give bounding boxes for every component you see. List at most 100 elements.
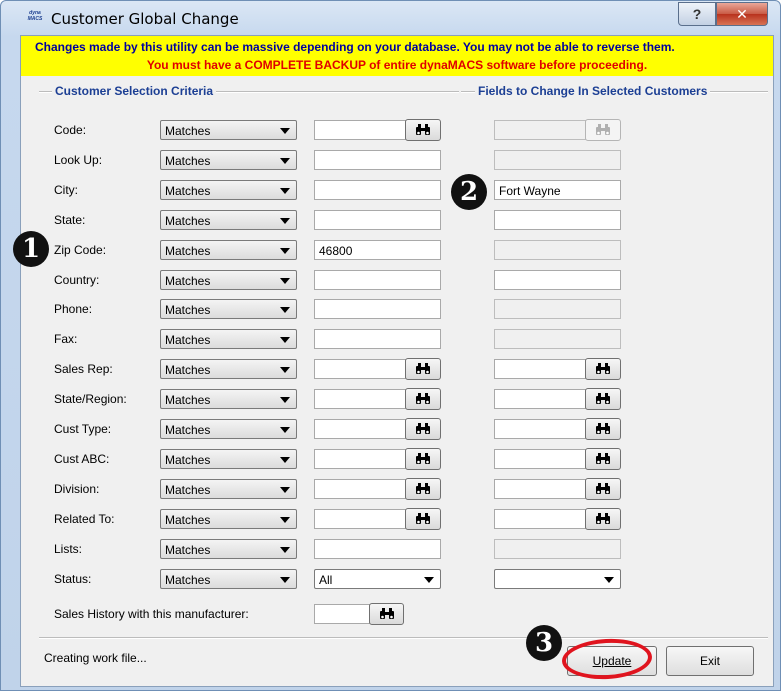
operator-select-fax[interactable]: Matches: [160, 329, 297, 349]
value-input-code[interactable]: [314, 120, 406, 140]
change-input-state[interactable]: [494, 210, 621, 230]
dialog-client-area: Changes made by this utility can be mass…: [20, 35, 774, 687]
value-input-state[interactable]: [314, 210, 441, 230]
change-input-cust-abc[interactable]: [494, 449, 586, 469]
operator-value-look-up: Matches: [165, 154, 211, 168]
lookup-button-related-to[interactable]: [405, 508, 441, 530]
callout-marker-1: 1: [13, 231, 49, 267]
operator-select-sales-rep[interactable]: Matches: [160, 359, 297, 379]
operator-select-state[interactable]: Matches: [160, 210, 297, 230]
sales-history-lookup-button[interactable]: [369, 603, 404, 625]
lookup-button-sales-rep[interactable]: [405, 358, 441, 380]
chevron-down-icon: [280, 487, 290, 493]
label-city: City:: [54, 183, 78, 197]
change-input-related-to[interactable]: [494, 509, 586, 529]
operator-select-cust-abc[interactable]: Matches: [160, 449, 297, 469]
chevron-down-icon: [280, 457, 290, 463]
value-select-status[interactable]: All: [314, 569, 441, 589]
exit-button[interactable]: Exit: [666, 646, 754, 676]
value-input-phone[interactable]: [314, 299, 441, 319]
value-input-fax[interactable]: [314, 329, 441, 349]
change-lookup-button-sales-rep[interactable]: [585, 358, 621, 380]
sales-history-label: Sales History with this manufacturer:: [54, 607, 249, 621]
value-input-related-to[interactable]: [314, 509, 406, 529]
operator-select-country[interactable]: Matches: [160, 270, 297, 290]
change-lookup-button-related-to[interactable]: [585, 508, 621, 530]
chevron-down-icon: [280, 517, 290, 523]
operator-select-cust-type[interactable]: Matches: [160, 419, 297, 439]
change-input-cust-type[interactable]: [494, 419, 586, 439]
operator-select-code[interactable]: Matches: [160, 120, 297, 140]
operator-value-status: Matches: [165, 573, 211, 587]
warning-line-2: You must have a COMPLETE BACKUP of entir…: [146, 58, 648, 72]
label-cust-abc: Cust ABC:: [54, 452, 110, 466]
operator-value-country: Matches: [165, 274, 211, 288]
operator-select-phone[interactable]: Matches: [160, 299, 297, 319]
operator-select-related-to[interactable]: Matches: [160, 509, 297, 529]
operator-value-cust-type: Matches: [165, 423, 211, 437]
change-input-sales-rep[interactable]: [494, 359, 586, 379]
operator-select-zip-code[interactable]: Matches: [160, 240, 297, 260]
chevron-down-icon: [280, 337, 290, 343]
value-text-zip-code: 46800: [319, 244, 353, 258]
operator-select-city[interactable]: Matches: [160, 180, 297, 200]
chevron-down-icon: [424, 577, 434, 583]
operator-select-status[interactable]: Matches: [160, 569, 297, 589]
operator-select-division[interactable]: Matches: [160, 479, 297, 499]
chevron-down-icon: [280, 397, 290, 403]
change-input-country[interactable]: [494, 270, 621, 290]
change-input-city[interactable]: Fort Wayne: [494, 180, 621, 200]
binoculars-icon: [596, 124, 610, 135]
operator-select-state-region[interactable]: Matches: [160, 389, 297, 409]
chevron-down-icon: [604, 577, 614, 583]
operator-select-lists[interactable]: Matches: [160, 539, 297, 559]
value-input-zip-code[interactable]: 46800: [314, 240, 441, 260]
binoculars-icon: [416, 124, 430, 135]
value-input-look-up[interactable]: [314, 150, 441, 170]
value-input-state-region[interactable]: [314, 389, 406, 409]
title-bar[interactable]: dyna MACS Customer Global Change ? ✕: [1, 1, 780, 35]
change-lookup-button-state-region[interactable]: [585, 388, 621, 410]
value-input-city[interactable]: [314, 180, 441, 200]
operator-value-state: Matches: [165, 214, 211, 228]
label-division: Division:: [54, 482, 100, 496]
value-text-status: All: [319, 573, 333, 587]
lookup-button-state-region[interactable]: [405, 388, 441, 410]
value-input-sales-rep[interactable]: [314, 359, 406, 379]
binoculars-icon: [416, 453, 430, 464]
lookup-button-division[interactable]: [405, 478, 441, 500]
label-code: Code:: [54, 123, 87, 137]
lookup-button-code[interactable]: [405, 119, 441, 141]
change-input-code: [494, 120, 586, 140]
change-input-phone: [494, 299, 621, 319]
close-button[interactable]: ✕: [716, 2, 768, 26]
lookup-button-cust-type[interactable]: [405, 418, 441, 440]
binoculars-icon: [596, 483, 610, 494]
change-input-state-region[interactable]: [494, 389, 586, 409]
value-input-lists[interactable]: [314, 539, 441, 559]
value-input-cust-abc[interactable]: [314, 449, 406, 469]
sales-history-input[interactable]: [314, 604, 370, 624]
selection-group-title: Customer Selection Criteria: [52, 84, 217, 98]
binoculars-icon: [596, 423, 610, 434]
binoculars-icon: [416, 363, 430, 374]
value-input-division[interactable]: [314, 479, 406, 499]
change-select-status[interactable]: [494, 569, 621, 589]
change-lookup-button-cust-abc[interactable]: [585, 448, 621, 470]
change-input-division[interactable]: [494, 479, 586, 499]
operator-value-division: Matches: [165, 483, 211, 497]
value-input-cust-type[interactable]: [314, 419, 406, 439]
help-button[interactable]: ?: [678, 2, 716, 26]
label-state-region: State/Region:: [54, 392, 127, 406]
lookup-button-cust-abc[interactable]: [405, 448, 441, 470]
value-input-country[interactable]: [314, 270, 441, 290]
binoculars-icon: [596, 513, 610, 524]
window-title: Customer Global Change: [51, 10, 239, 28]
binoculars-icon: [379, 608, 394, 619]
change-lookup-button-cust-type[interactable]: [585, 418, 621, 440]
change-input-fax: [494, 329, 621, 349]
change-lookup-button-division[interactable]: [585, 478, 621, 500]
label-lists: Lists:: [54, 542, 83, 556]
operator-value-zip-code: Matches: [165, 244, 211, 258]
operator-select-look-up[interactable]: Matches: [160, 150, 297, 170]
